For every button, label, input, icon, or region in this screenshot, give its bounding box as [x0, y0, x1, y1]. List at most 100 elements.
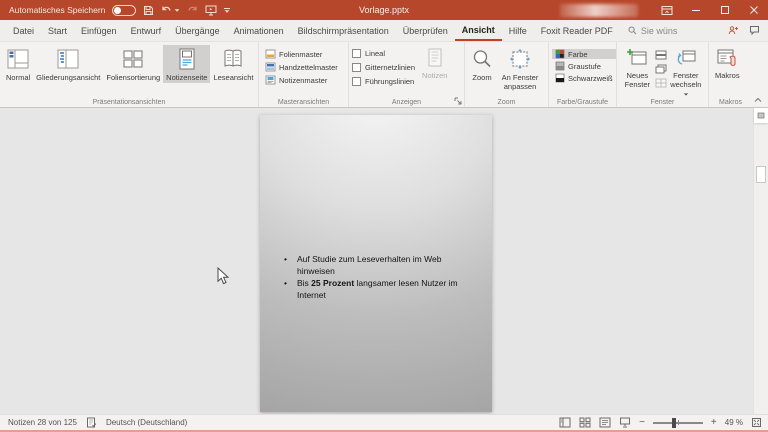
slide-master-button[interactable]: Folienmaster — [262, 49, 341, 59]
switch-window-button[interactable]: Fenster wechseln — [667, 45, 705, 99]
status-slideshow-icon[interactable] — [619, 417, 631, 428]
normal-view-button[interactable]: Normal — [3, 45, 33, 83]
search-text: Sie wüns — [641, 26, 678, 36]
gridlines-checkbox[interactable]: Gitternetzlinien — [352, 63, 415, 72]
switch-window-icon — [675, 48, 697, 68]
language-indicator[interactable]: Deutsch (Deutschland) — [106, 418, 187, 427]
color-icon — [555, 49, 565, 59]
account-name-blurred[interactable] — [560, 4, 638, 17]
tab-foxit-reader-pdf[interactable]: Foxit Reader PDF — [534, 20, 620, 41]
notes-text-block[interactable]: • Auf Studie zum Leseverhalten im Web hi… — [284, 253, 466, 301]
maximize-button[interactable] — [710, 0, 739, 20]
macros-icon — [716, 48, 738, 68]
tab-hilfe[interactable]: Hilfe — [502, 20, 534, 41]
tab-einfuegen[interactable]: Einfügen — [74, 20, 124, 41]
tell-me-search[interactable]: Sie wüns — [628, 20, 678, 41]
mouse-cursor — [217, 267, 229, 285]
save-icon[interactable] — [143, 5, 154, 16]
group-praesentationsansichten: Normal Gliederungsansicht Foliensortieru… — [0, 42, 258, 107]
search-icon — [628, 26, 637, 35]
handout-master-icon — [265, 62, 276, 72]
ruler-checkbox[interactable]: Lineal — [352, 49, 415, 58]
zoom-slider[interactable] — [653, 418, 703, 428]
zoom-out-button[interactable]: − — [639, 417, 645, 428]
outline-view-icon — [56, 48, 80, 70]
tab-entwurf[interactable]: Entwurf — [124, 20, 169, 41]
notes-bullet-2: • Bis 25 Prozent langsamer lesen Nutzer … — [284, 277, 466, 301]
group-zoom: Zoom An Fenster anpassen Zoom — [464, 42, 548, 107]
ribbon: Normal Gliederungsansicht Foliensortieru… — [0, 42, 768, 108]
scroll-up-button[interactable] — [754, 108, 768, 123]
black-white-button[interactable]: Schwarzweiß — [552, 73, 616, 83]
tab-ueberpruefen[interactable]: Überprüfen — [396, 20, 455, 41]
slide-master-icon — [265, 49, 276, 59]
close-button[interactable] — [739, 0, 768, 20]
grayscale-button[interactable]: Graustufe — [552, 61, 616, 71]
guides-checkbox[interactable]: Führungslinien — [352, 77, 415, 86]
zoom-button[interactable]: Zoom — [468, 45, 496, 83]
comments-icon[interactable] — [749, 25, 760, 36]
group-makros: Makros Makros — [708, 42, 752, 107]
new-window-icon — [626, 48, 648, 68]
handout-master-button[interactable]: Handzettelmaster — [262, 62, 341, 72]
zoom-level[interactable]: 49 % — [725, 418, 743, 427]
tab-start[interactable]: Start — [41, 20, 74, 41]
qat-customize-icon[interactable] — [224, 8, 230, 13]
fit-slide-to-window-icon[interactable] — [751, 417, 762, 428]
minimize-button[interactable] — [681, 0, 710, 20]
status-slide-sorter-icon[interactable] — [579, 417, 591, 428]
title-bar: Automatisches Speichern Vorlage.pptx — [0, 0, 768, 20]
editing-canvas[interactable]: • Auf Studie zum Leseverhalten im Web hi… — [0, 108, 768, 414]
tab-bildschirmpraesentation[interactable]: Bildschirmpräsentation — [291, 20, 396, 41]
spellcheck-icon[interactable] — [86, 417, 97, 428]
reading-view-icon — [221, 48, 245, 70]
fit-to-window-button[interactable]: An Fenster anpassen — [496, 45, 544, 92]
notes-bullet-1: • Auf Studie zum Leseverhalten im Web hi… — [284, 253, 466, 277]
tab-animationen[interactable]: Animationen — [227, 20, 291, 41]
vertical-scrollbar[interactable] — [753, 108, 768, 414]
scrollbar-thumb[interactable] — [756, 166, 766, 183]
notes-master-button[interactable]: Notizenmaster — [262, 75, 341, 85]
grayscale-icon — [555, 61, 565, 71]
outline-view-button[interactable]: Gliederungsansicht — [33, 45, 103, 83]
group-label: Anzeigen — [349, 99, 464, 106]
new-window-button[interactable]: Neues Fenster — [620, 45, 655, 90]
tab-ansicht[interactable]: Ansicht — [455, 20, 502, 41]
macros-button[interactable]: Makros — [712, 45, 743, 81]
zoom-in-button[interactable]: + — [711, 417, 717, 428]
slide-sorter-button[interactable]: Foliensortierung — [103, 45, 163, 83]
ribbon-display-options-icon[interactable] — [652, 0, 681, 20]
notes-master-icon — [265, 75, 276, 85]
undo-caret-icon[interactable] — [175, 9, 180, 11]
notes-page[interactable]: • Auf Studie zum Leseverhalten im Web hi… — [260, 115, 492, 412]
zoom-slider-thumb[interactable] — [672, 418, 676, 428]
status-normal-view-icon[interactable] — [559, 417, 571, 428]
slide-number-indicator[interactable]: Notizen 28 von 125 — [8, 418, 77, 427]
cascade-icon[interactable] — [655, 64, 667, 74]
slide-sorter-icon — [121, 48, 145, 70]
dropdown-caret-icon — [684, 93, 689, 95]
move-split-icon — [655, 78, 667, 88]
checkbox-icon — [352, 77, 361, 86]
color-button[interactable]: Farbe — [552, 49, 616, 59]
group-label: Zoom — [465, 99, 548, 106]
undo-button[interactable] — [161, 5, 180, 16]
share-icon[interactable] — [728, 25, 739, 36]
group-label: Farbe/Graustufe — [549, 99, 616, 106]
notes-page-button[interactable]: Notizenseite — [163, 45, 210, 83]
group-label: Makros — [709, 99, 752, 106]
checkbox-icon — [352, 49, 361, 58]
reading-view-button[interactable]: Leseansicht — [210, 45, 256, 83]
autosave-label: Automatisches Speichern — [9, 5, 105, 15]
start-presentation-icon[interactable] — [205, 5, 217, 16]
collapse-ribbon-icon[interactable] — [753, 96, 763, 104]
group-farbe-graustufe: Farbe Graustufe Schwarzweiß Farbe/Graust… — [548, 42, 616, 107]
zoom-icon — [471, 48, 493, 70]
status-reading-view-icon[interactable] — [599, 417, 611, 428]
tab-datei[interactable]: Datei — [6, 20, 41, 41]
tab-uebergaenge[interactable]: Übergänge — [168, 20, 227, 41]
checkbox-icon — [352, 63, 361, 72]
autosave-toggle[interactable] — [112, 5, 136, 16]
arrange-all-icon[interactable] — [655, 50, 667, 60]
quick-access-toolbar: Automatisches Speichern — [0, 5, 230, 16]
